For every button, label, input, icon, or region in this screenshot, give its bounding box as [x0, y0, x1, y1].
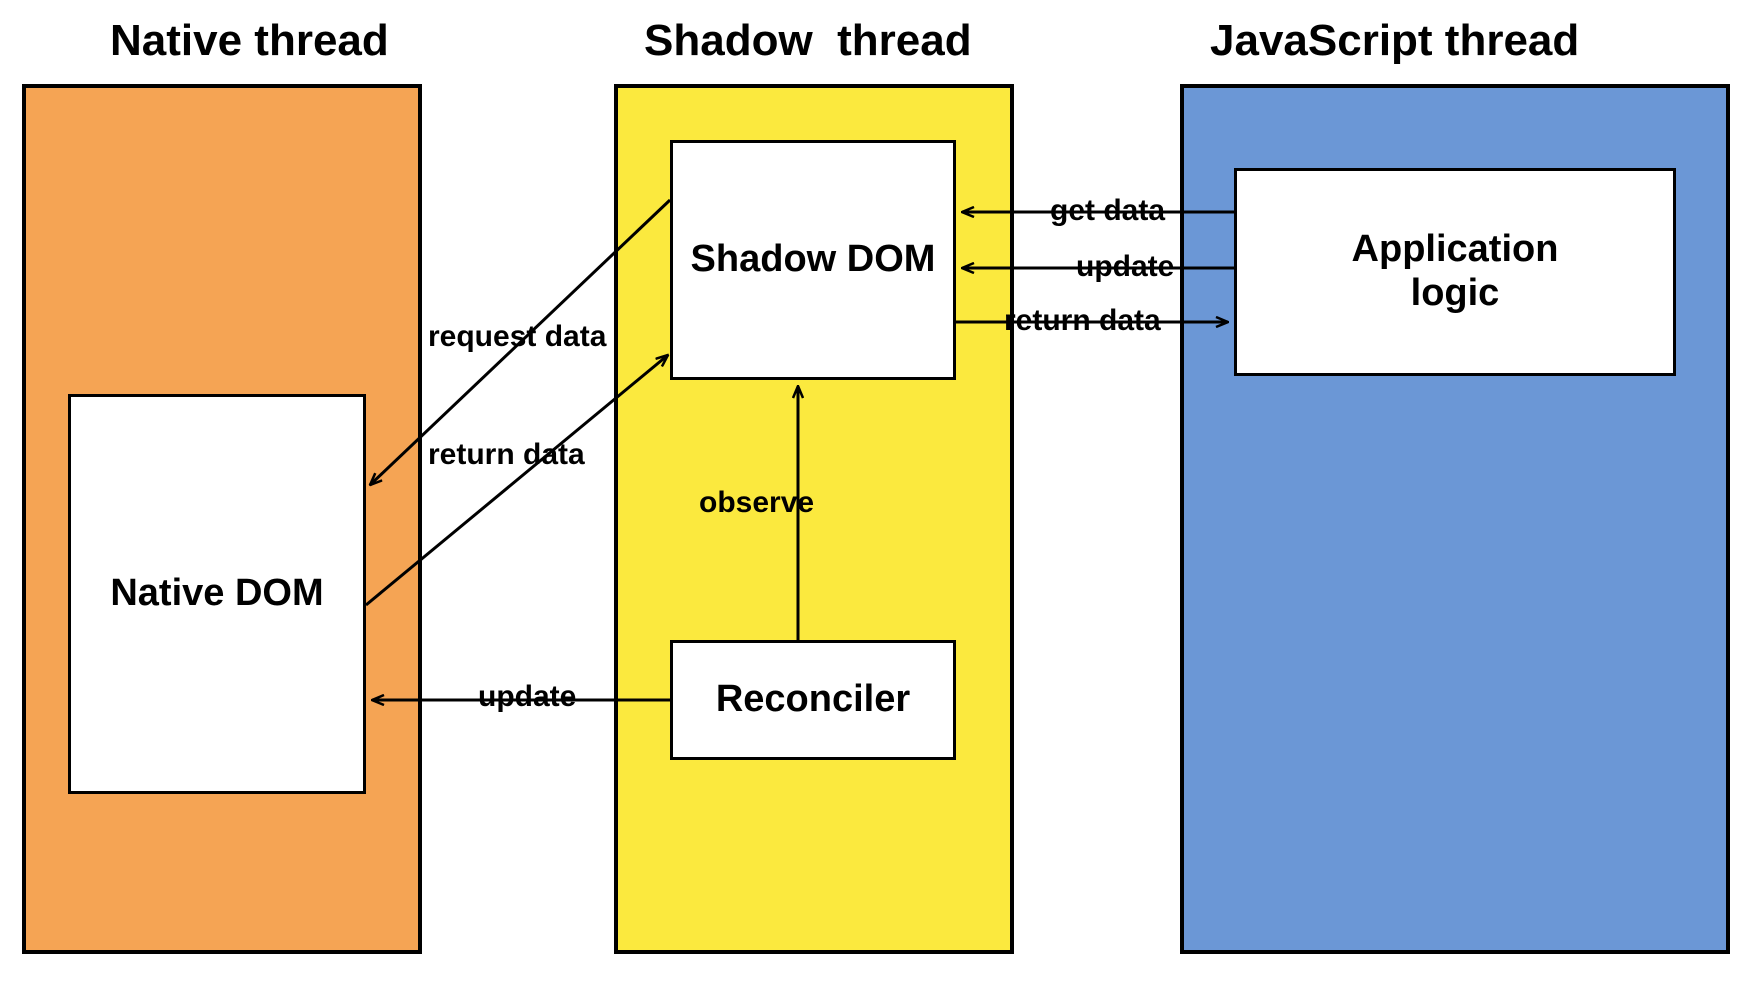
- edge-label-update-native: update: [478, 680, 576, 714]
- node-shadow-dom: Shadow DOM: [670, 140, 956, 380]
- edge-label-return-data-native: return data: [428, 438, 585, 472]
- edge-label-observe: observe: [699, 486, 814, 520]
- column-title-js: JavaScript thread: [1210, 16, 1579, 66]
- edge-label-update-shadow: update: [1076, 250, 1174, 284]
- column-title-shadow: Shadow thread: [644, 16, 972, 66]
- node-native-dom: Native DOM: [68, 394, 366, 794]
- node-app-logic: Application logic: [1234, 168, 1676, 376]
- node-reconciler: Reconciler: [670, 640, 956, 760]
- column-title-native: Native thread: [110, 16, 389, 66]
- edge-label-get-data: get data: [1050, 194, 1165, 228]
- edge-label-return-data-js: return data: [1004, 304, 1161, 338]
- diagram-canvas: Native thread Shadow thread JavaScript t…: [0, 0, 1750, 988]
- edge-label-request-data: request data: [428, 320, 606, 354]
